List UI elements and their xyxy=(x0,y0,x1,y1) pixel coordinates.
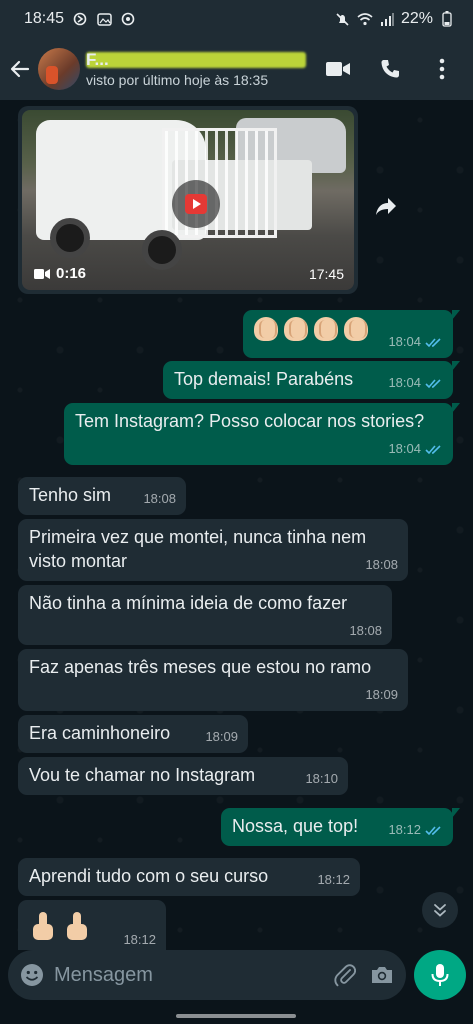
message-time: 18:04 xyxy=(388,334,421,349)
message-in[interactable]: Aprendi tudo com o seu curso 18:12 xyxy=(18,858,360,896)
message-composer xyxy=(8,950,406,1000)
gallery-icon xyxy=(96,11,112,27)
double-check-icon xyxy=(425,825,441,835)
attach-button[interactable] xyxy=(333,959,356,991)
double-check-icon xyxy=(425,378,441,388)
clap-emojis xyxy=(254,317,368,342)
clapping-hands-icon xyxy=(344,317,368,342)
message-in[interactable]: Primeira vez que montei, nunca tinha nem… xyxy=(18,519,408,581)
message-out[interactable]: 18:04 xyxy=(243,310,460,358)
emoji-button[interactable] xyxy=(20,960,44,990)
scroll-to-bottom-button[interactable] xyxy=(422,892,458,928)
message-time: 18:04 xyxy=(388,441,421,456)
wifi-icon xyxy=(357,11,373,27)
chevron-down-icon xyxy=(434,904,446,917)
message-time: 18:04 xyxy=(388,375,421,390)
double-check-icon xyxy=(425,337,441,347)
sync-icon xyxy=(120,11,136,27)
home-indicator xyxy=(176,1014,296,1018)
emoji-icon xyxy=(21,964,43,986)
message-in[interactable]: Não tinha a mínima ideia de como fazer 1… xyxy=(18,585,392,645)
more-options-button[interactable] xyxy=(427,54,457,84)
video-time: 17:45 xyxy=(308,266,344,282)
chat-area[interactable]: 0:16 17:45 18:04 Top demais! Parabéns 18… xyxy=(0,100,473,950)
message-in[interactable]: Era caminhoneiro 18:09 xyxy=(18,715,248,753)
double-check-icon xyxy=(425,444,441,454)
camera-button[interactable] xyxy=(370,959,394,991)
message-out[interactable]: Nossa, que top! 18:12 xyxy=(221,808,460,846)
avatar[interactable] xyxy=(38,48,80,90)
status-bar: 18:45 22% xyxy=(0,0,473,38)
video-call-button[interactable] xyxy=(323,54,353,84)
message-in[interactable]: 18:12 xyxy=(18,900,166,950)
message-time: 18:09 xyxy=(205,729,238,744)
message-text: Não tinha a mínima ideia de como fazer xyxy=(29,593,348,613)
message-time: 18:08 xyxy=(349,623,382,638)
back-arrow-icon xyxy=(10,60,30,78)
message-in[interactable]: Faz apenas três meses que estou no ramo … xyxy=(18,649,408,711)
mic-icon xyxy=(431,964,449,986)
message-text: Faz apenas três meses que estou no ramo xyxy=(29,657,372,677)
battery-icon xyxy=(439,11,455,27)
back-button[interactable] xyxy=(2,49,38,89)
message-text: Primeira vez que montei, nunca tinha nem… xyxy=(29,527,367,571)
voice-message-button[interactable] xyxy=(414,950,466,1000)
message-text: Tenho sim xyxy=(29,485,112,505)
clapping-hands-icon xyxy=(254,317,278,342)
video-thumbnail[interactable]: 0:16 17:45 xyxy=(22,110,354,290)
message-time: 18:08 xyxy=(143,491,176,506)
signal-icon xyxy=(379,11,395,27)
clapping-hands-icon xyxy=(314,317,338,342)
camera-icon xyxy=(372,967,392,983)
clapping-hands-icon xyxy=(284,317,308,342)
thumbs-up-icon xyxy=(29,912,57,942)
message-text: Top demais! Parabéns xyxy=(174,369,354,389)
message-input[interactable] xyxy=(44,963,319,987)
contact-info[interactable]: F... visto por último hoje às 18:35 xyxy=(86,50,306,88)
input-bar xyxy=(0,950,473,1024)
voice-call-button[interactable] xyxy=(375,54,405,84)
thumbs-up-emojis xyxy=(29,912,91,942)
forward-icon xyxy=(376,198,396,215)
message-in[interactable]: Tenho sim 18:08 xyxy=(18,477,186,515)
message-time: 18:09 xyxy=(365,687,398,702)
contact-name: F... xyxy=(86,50,306,70)
status-time: 18:45 xyxy=(24,10,65,27)
message-text: Nossa, que top! xyxy=(232,816,359,836)
message-text: Vou te chamar no Instagram xyxy=(29,765,256,785)
phone-icon xyxy=(381,60,399,78)
forward-button[interactable] xyxy=(366,186,406,226)
message-time: 18:10 xyxy=(305,771,338,786)
video-camera-icon xyxy=(34,268,50,279)
message-text: Tem Instagram? Posso colocar nos stories… xyxy=(75,411,425,431)
message-time: 18:12 xyxy=(388,822,421,837)
contact-last-seen: visto por último hoje às 18:35 xyxy=(86,72,269,88)
message-out[interactable]: Top demais! Parabéns 18:04 xyxy=(163,361,460,399)
more-vert-icon xyxy=(439,58,445,80)
message-time: 18:12 xyxy=(123,932,156,947)
message-time: 18:12 xyxy=(317,872,350,887)
message-text: Era caminhoneiro xyxy=(29,723,171,743)
video-message[interactable]: 0:16 17:45 xyxy=(18,106,358,294)
thumbs-up-icon xyxy=(63,912,91,942)
message-out[interactable]: Tem Instagram? Posso colocar nos stories… xyxy=(64,403,460,465)
video-call-icon xyxy=(326,62,350,76)
video-duration: 0:16 xyxy=(56,265,87,282)
attach-icon xyxy=(333,964,356,987)
message-text: Aprendi tudo com o seu curso xyxy=(29,866,269,886)
battery-percent: 22% xyxy=(400,10,433,27)
message-in[interactable]: Vou te chamar no Instagram 18:10 xyxy=(18,757,348,795)
play-icon xyxy=(185,194,207,214)
chat-header: F... visto por último hoje às 18:35 xyxy=(0,38,473,100)
message-time: 18:08 xyxy=(365,557,398,572)
notification-icon xyxy=(72,11,88,27)
mute-icon xyxy=(335,11,351,27)
play-button[interactable] xyxy=(172,180,220,228)
